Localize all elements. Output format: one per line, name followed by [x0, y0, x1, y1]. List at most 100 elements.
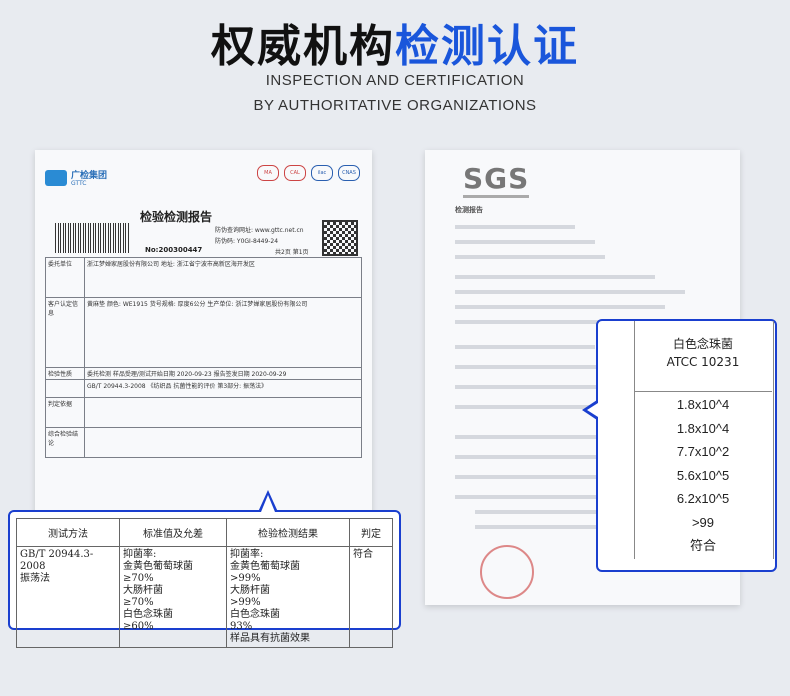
- value-item: 1.8x10^4: [676, 397, 730, 412]
- report-code: 防伪码: Y0GI-8449-24: [215, 238, 279, 245]
- result-line: 金黄色葡萄球菌: [230, 561, 300, 572]
- value-item: >99: [691, 514, 715, 530]
- title-dark: 权威机构: [211, 21, 395, 72]
- verdict-cell: 符合: [349, 546, 393, 648]
- col-header: 检验检测结果: [226, 518, 350, 547]
- table-row: 委托单位 浙江梦婵家居股份有限公司 地址: 浙江省宁波市高新区海开发区: [45, 257, 362, 298]
- title-blue: 检测认证: [395, 21, 579, 72]
- result-line: 93%: [230, 621, 253, 632]
- table-row: 检验性质 委托检测 样品受理/测试开始日期 2020-09-23 报告签发日期 2…: [45, 367, 362, 380]
- row-label: 检验性质: [45, 367, 85, 380]
- popup-pointer-inner: [261, 495, 275, 512]
- standard-line: ≥70%: [123, 573, 154, 584]
- popup-pointer-inner: [587, 403, 598, 417]
- text-line: [455, 240, 595, 244]
- text-line: [455, 345, 595, 349]
- row-label: [45, 379, 85, 398]
- result-line: 抑菌率:: [230, 549, 264, 560]
- popup-header-line2: ATCC 10231: [666, 355, 740, 369]
- page-title: 权威机构检测认证: [0, 10, 790, 74]
- report-title: 检验检测报告: [140, 210, 213, 224]
- row-label: 委托单位: [45, 257, 85, 298]
- test-result-popup: 测试方法 标准值及允差 检验检测结果 判定 GB/T 20944.3-2008 …: [8, 510, 401, 648]
- text-line: [455, 475, 605, 479]
- value-item: 6.2x10^5: [676, 491, 730, 506]
- value-item: 5.6x10^5: [676, 467, 730, 483]
- result-line: >99%: [230, 573, 261, 584]
- popup-header: 白色念珠菌 ATCC 10231: [634, 321, 772, 392]
- result-line: 样品具有抗菌效果: [230, 633, 310, 644]
- standard-cell: 抑菌率: 金黄色葡萄球菌 ≥70% 大肠杆菌 ≥70% 白色念珠菌 ≥60%: [119, 546, 227, 648]
- col-header: 测试方法: [16, 518, 120, 547]
- standard-line: 金黄色葡萄球菌: [123, 561, 193, 572]
- gttc-report-document: 广检集团 GTTC MA CAL ilac CNAS 检验检测报告 防伪查询网址…: [35, 150, 372, 560]
- text-line: [475, 510, 605, 514]
- report-number: No:200300447: [145, 246, 203, 254]
- row-value: 浙江梦婵家居股份有限公司 地址: 浙江省宁波市高新区海开发区: [84, 257, 362, 298]
- table-row: GB/T 20944.3-2008 《纺织品 抗菌性能的评价 第3部分: 振荡法…: [45, 379, 362, 398]
- result-cell: 抑菌率: 金黄色葡萄球菌 >99% 大肠杆菌 >99% 白色念珠菌 93% 样品…: [226, 546, 350, 648]
- text-line: [455, 455, 605, 459]
- row-label: 综合检验结论: [45, 427, 85, 458]
- text-line: [455, 255, 605, 259]
- text-line: [455, 290, 685, 294]
- cnas-badge-icon: CNAS: [338, 165, 360, 181]
- cert-badges: MA CAL ilac CNAS: [257, 165, 360, 181]
- text-line: [455, 495, 605, 499]
- row-value: [84, 397, 362, 428]
- row-value: [84, 427, 362, 458]
- result-line: 白色念珠菌: [230, 609, 280, 620]
- table-row: 客户认定信息 黄麻垫 颜色: WE1915 货号规格: 厚度6公分 生产单位: 浙…: [45, 297, 362, 368]
- report-meta: 防伪查询网址: www.gttc.net.cn 防伪码: Y0GI-8449-2…: [215, 225, 309, 258]
- stamp-icon: [480, 545, 534, 599]
- text-line: [455, 225, 575, 229]
- subtitle-line2: BY AUTHORITATIVE ORGANIZATIONS: [253, 97, 537, 114]
- standard-line: 抑菌率:: [123, 549, 157, 560]
- sgs-result-popup: 白色念珠菌 ATCC 10231 1.8x10^4 1.8x10^4 7.7x1…: [596, 319, 777, 572]
- table-header-row: 测试方法 标准值及允差 检验检测结果 判定: [16, 518, 393, 547]
- standard-line: ≥70%: [123, 597, 154, 608]
- row-label: 客户认定信息: [45, 297, 85, 368]
- table-row: 判定依据: [45, 397, 362, 428]
- value-item: 7.7x10^2: [676, 444, 730, 459]
- report-form-table: 委托单位 浙江梦婵家居股份有限公司 地址: 浙江省宁波市高新区海开发区 客户认定信…: [45, 257, 362, 458]
- method-line: GB/T 20944.3-2008: [20, 549, 94, 572]
- text-line: [475, 525, 615, 529]
- row-label: 判定依据: [45, 397, 85, 428]
- text-line: [455, 435, 605, 439]
- col-header: 标准值及允差: [119, 518, 227, 547]
- gttc-logo-icon: [45, 170, 67, 186]
- row-value: 委托检测 样品受理/测试开始日期 2020-09-23 报告签发日期 2020-…: [84, 367, 362, 380]
- text-line: [455, 305, 665, 309]
- standard-line: 白色念珠菌: [123, 609, 173, 620]
- text-line: [455, 385, 605, 389]
- ilac-badge-icon: ilac: [311, 165, 333, 181]
- sgs-heading: 检测报告: [455, 206, 483, 214]
- result-table: 测试方法 标准值及允差 检验检测结果 判定 GB/T 20944.3-2008 …: [16, 518, 393, 648]
- result-line: >99%: [230, 597, 261, 608]
- table-row: 综合检验结论: [45, 427, 362, 458]
- method-line: 振荡法: [20, 573, 50, 584]
- qr-code-icon: [322, 220, 358, 256]
- value-item: 1.8x10^4: [676, 420, 730, 436]
- result-line: 大肠杆菌: [230, 585, 270, 596]
- cal-badge-icon: CAL: [284, 165, 306, 181]
- standard-line: ≥60%: [123, 621, 154, 632]
- row-value: GB/T 20944.3-2008 《纺织品 抗菌性能的评价 第3部分: 振荡法…: [84, 379, 362, 398]
- gttc-org-sub: GTTC: [71, 180, 87, 187]
- col-header: 判定: [349, 518, 393, 547]
- barcode-icon: [55, 223, 130, 253]
- row-value: 黄麻垫 颜色: WE1915 货号规格: 厚度6公分 生产单位: 浙江梦婵家居股…: [84, 297, 362, 368]
- ma-badge-icon: MA: [257, 165, 279, 181]
- table-row: GB/T 20944.3-2008 振荡法 抑菌率: 金黄色葡萄球菌 ≥70% …: [16, 546, 393, 648]
- sgs-logo: SGS: [463, 162, 530, 198]
- text-line: [455, 275, 655, 279]
- report-query: 防伪查询网址: www.gttc.net.cn: [215, 227, 304, 234]
- value-item: 符合: [689, 538, 716, 553]
- popup-header-line1: 白色念珠菌: [672, 337, 733, 351]
- text-line: [455, 365, 605, 369]
- popup-values: 1.8x10^4 1.8x10^4 7.7x10^2 5.6x10^5 6.2x…: [634, 393, 772, 558]
- subtitle-line1: INSPECTION AND CERTIFICATION: [265, 72, 525, 89]
- method-cell: GB/T 20944.3-2008 振荡法: [16, 546, 120, 648]
- standard-line: 大肠杆菌: [123, 585, 163, 596]
